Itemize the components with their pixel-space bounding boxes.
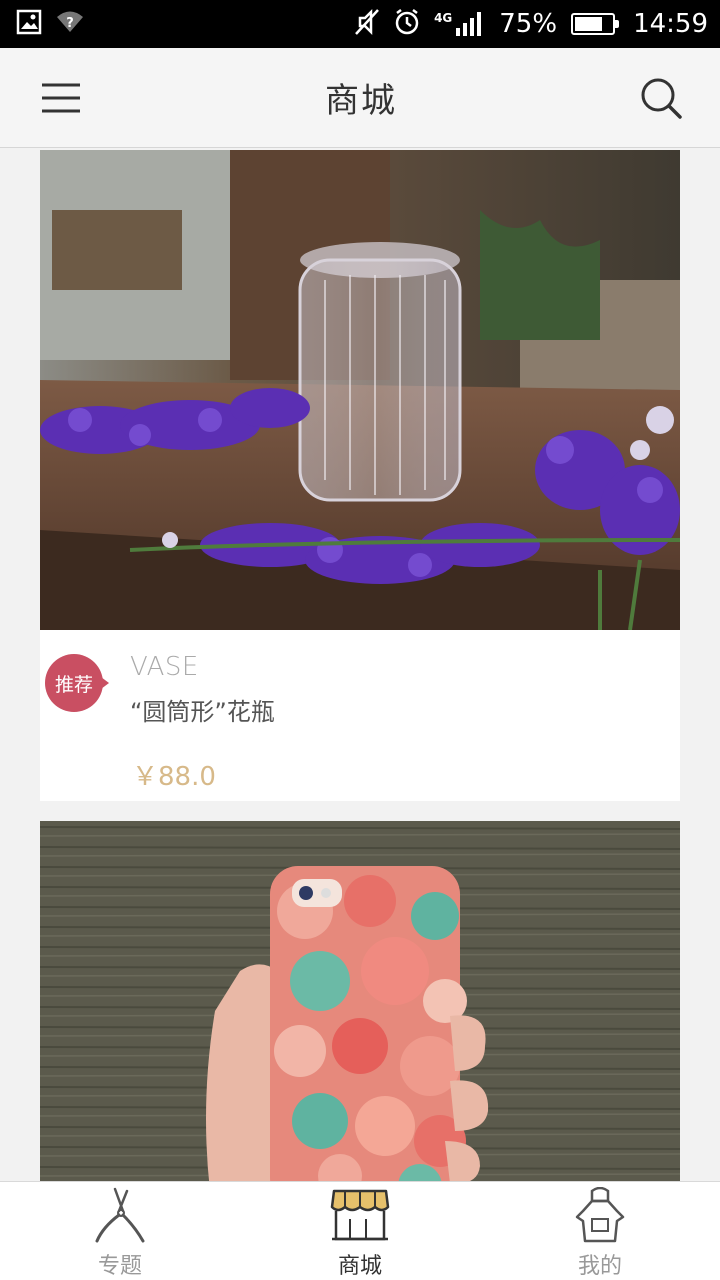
- image-notification-icon: [16, 9, 42, 39]
- menu-icon: [42, 83, 80, 112]
- menu-button[interactable]: [40, 77, 82, 119]
- svg-text:?: ?: [66, 16, 74, 31]
- apron-icon: [570, 1186, 630, 1244]
- product-name[interactable]: “圆筒形”花瓶: [130, 692, 680, 727]
- recommend-badge: 推荐: [45, 654, 109, 712]
- alarm-icon: [394, 8, 420, 40]
- page-title: 商城: [325, 81, 397, 121]
- status-bar: ? 4G 75% 14:59: [0, 0, 720, 48]
- nav-label-topics: 专题: [97, 1254, 142, 1279]
- product-image-vase[interactable]: [40, 150, 680, 630]
- battery-percent: 75%: [499, 9, 558, 39]
- product-info: 推荐 VASE “圆筒形”花瓶 ￥88.0: [40, 630, 680, 801]
- nav-item-topics[interactable]: 专题: [0, 1182, 240, 1280]
- storefront-icon: [330, 1186, 390, 1244]
- product-price: ￥88.0: [132, 762, 216, 792]
- wifi-question-icon: ?: [56, 10, 84, 38]
- status-right: 4G 75% 14:59: [354, 8, 708, 40]
- search-icon: [641, 78, 682, 119]
- product-feed[interactable]: 推荐 VASE “圆筒形”花瓶 ￥88.0: [40, 150, 680, 1211]
- battery-icon: [571, 13, 620, 35]
- nav-item-mine[interactable]: 我的: [480, 1182, 720, 1280]
- nav-label-mall: 商城: [337, 1254, 382, 1279]
- product-card[interactable]: 推荐 VASE “圆筒形”花瓶 ￥88.0: [40, 150, 680, 801]
- pruning-shears-icon: [90, 1186, 150, 1244]
- battery-fill: [575, 17, 603, 31]
- app-screen: ? 4G 75% 14:59 商城 推荐 VASE “圆筒形”花瓶 ￥88.0 …: [0, 0, 720, 1280]
- mute-icon: [354, 8, 380, 40]
- status-time: 14:59: [633, 9, 708, 39]
- search-button[interactable]: [640, 77, 682, 119]
- vase-photo: [40, 150, 680, 630]
- status-left: ?: [16, 9, 84, 39]
- signal-indicator: 4G: [434, 11, 485, 37]
- network-type: 4G: [434, 11, 453, 25]
- nav-label-mine: 我的: [577, 1254, 622, 1279]
- phone-case-photo: [40, 821, 680, 1191]
- nav-item-mall[interactable]: 商城: [240, 1182, 480, 1280]
- top-app-bar: 商城: [0, 48, 720, 148]
- product-image-phone-case[interactable]: [40, 821, 680, 1191]
- bottom-navigation: 专题 商城 我的: [0, 1181, 720, 1280]
- signal-icon: [456, 12, 482, 36]
- product-category: VASE: [130, 652, 199, 682]
- product-card[interactable]: [40, 821, 680, 1191]
